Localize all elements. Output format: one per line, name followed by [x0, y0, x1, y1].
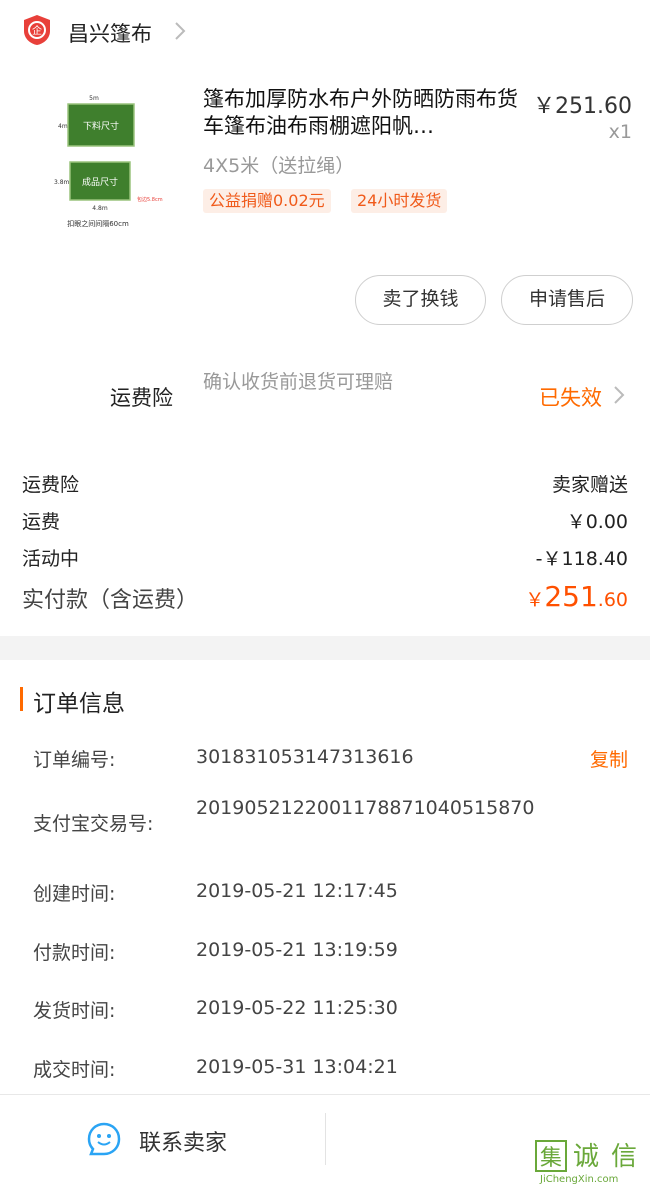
shop-header[interactable]: 企 昌兴篷布 [0, 0, 650, 62]
order-number-value: 301831053147313616 [196, 746, 414, 768]
completed-time-value: 2019-05-31 13:04:21 [196, 1056, 398, 1078]
product-price: ￥251.60 [533, 94, 632, 119]
thumb-side-note: 包边5.8cm [137, 196, 163, 203]
chevron-right-icon[interactable] [612, 384, 626, 406]
completed-time-label: 成交时间: [33, 1059, 116, 1081]
product-sku: 4X5米（送拉绳） [203, 155, 355, 177]
total-currency: ￥ [525, 589, 545, 611]
alipay-trade-value: 2019052122001178871040515870 [196, 797, 535, 819]
contact-seller-button[interactable]: 联系卖家 [139, 1125, 227, 1157]
bottom-divider [325, 1113, 326, 1165]
created-time-label: 创建时间: [33, 883, 116, 905]
product-quantity: x1 [608, 121, 632, 143]
created-time-value: 2019-05-21 12:17:45 [196, 880, 398, 902]
summary-value: ￥0.00 [566, 511, 628, 533]
after-sale-button[interactable]: 申请售后 [501, 275, 633, 325]
thumb-footer-note: 扣眼之间间隔60cm [67, 219, 129, 228]
product-thumbnail[interactable]: 5m 4m 下料尺寸 3.8m 成品尺寸 包边5.8cm 4.8m 扣眼之间间隔… [44, 88, 174, 238]
order-number-label: 订单编号: [33, 749, 116, 771]
shipped-time-value: 2019-05-22 11:25:30 [196, 997, 398, 1019]
thumb-top-label: 下料尺寸 [83, 120, 119, 132]
thumb-bottom-height: 3.8m [54, 179, 70, 186]
insurance-label: 运费险 [110, 386, 173, 410]
svg-text:诚: 诚 [573, 1142, 599, 1172]
section-accent-bar [20, 687, 23, 711]
summary-value: 卖家赠送 [551, 474, 628, 496]
total-decimal: .60 [597, 589, 628, 611]
total-paid-label: 实付款（含运费） [22, 588, 199, 613]
alipay-trade-label: 支付宝交易号: [33, 813, 154, 835]
shipped-time-label: 发货时间: [33, 1000, 116, 1022]
summary-label: 活动中 [22, 548, 80, 570]
shop-name[interactable]: 昌兴篷布 [68, 18, 152, 48]
copy-button[interactable]: 复制 [590, 745, 628, 772]
thumb-bottom-width: 4.8m [92, 205, 108, 212]
tag-24h-shipping: 24小时发货 [351, 189, 448, 213]
thumb-bottom-label: 成品尺寸 [82, 176, 118, 188]
chevron-right-icon [175, 22, 186, 40]
summary-label: 运费险 [22, 474, 80, 496]
summary-row-promotion: 活动中 -￥118.40 [22, 544, 628, 571]
smile-chat-icon[interactable] [87, 1122, 121, 1156]
insurance-description: 确认收货前退货可理赔 [203, 371, 394, 393]
sell-button[interactable]: 卖了换钱 [355, 275, 486, 325]
total-integer: 251 [544, 580, 598, 613]
svg-text:企: 企 [32, 24, 42, 37]
paid-time-value: 2019-05-21 13:19:59 [196, 939, 398, 961]
svg-text:信: 信 [611, 1142, 637, 1172]
product-title[interactable]: 篷布加厚防水布户外防晒防雨布货车篷布油布雨棚遮阳帆… [203, 86, 518, 140]
svg-text:集: 集 [540, 1146, 562, 1171]
order-info-title: 订单信息 [33, 691, 125, 717]
thumb-top-width: 5m [89, 95, 99, 102]
total-paid-value: ￥251.60 [525, 580, 628, 613]
shop-badge-icon: 企 [24, 15, 50, 45]
watermark-url: JiChengXin.com [540, 1174, 619, 1185]
insurance-status[interactable]: 已失效 [539, 382, 602, 412]
paid-time-label: 付款时间: [33, 942, 116, 964]
section-divider [0, 636, 650, 660]
summary-row-insurance: 运费险 卖家赠送 [22, 470, 628, 497]
summary-value: -￥118.40 [535, 548, 628, 570]
tag-charity: 公益捐赠0.02元 [203, 189, 331, 213]
summary-label: 运费 [22, 511, 61, 533]
summary-row-shipping: 运费 ￥0.00 [22, 507, 628, 534]
thumb-top-height: 4m [58, 123, 68, 130]
